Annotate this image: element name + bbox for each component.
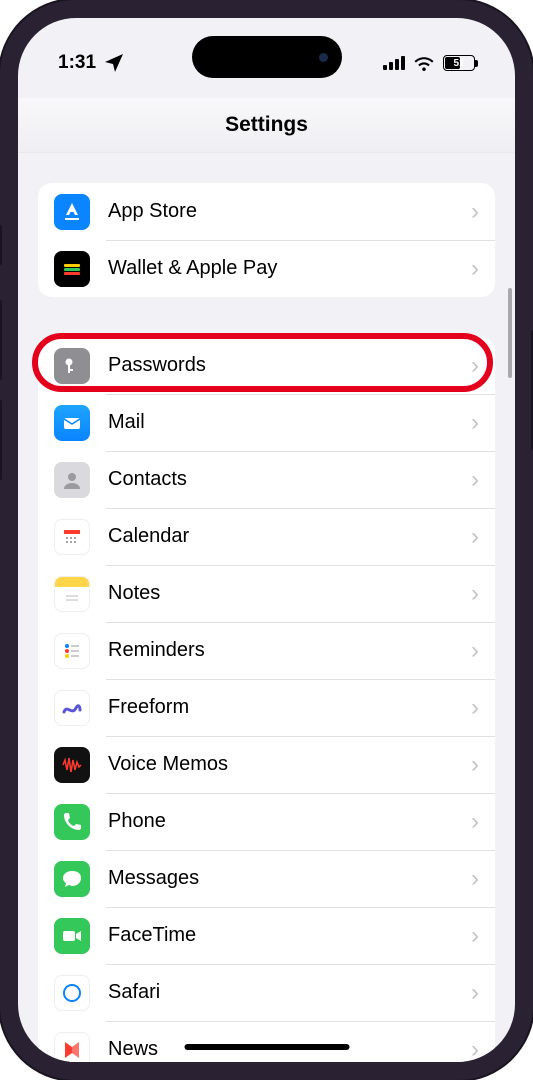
mail-icon (54, 405, 90, 441)
row-wallet[interactable]: Wallet & Apple Pay › (38, 240, 495, 297)
volume-down-button (0, 400, 2, 480)
calendar-icon (54, 519, 90, 555)
location-icon (102, 51, 126, 75)
chevron-right-icon: › (471, 255, 479, 283)
front-camera-icon (319, 53, 328, 62)
row-passwords[interactable]: Passwords › (38, 337, 495, 394)
wallet-icon (54, 251, 90, 287)
safari-icon (54, 975, 90, 1011)
row-facetime[interactable]: FaceTime › (38, 907, 495, 964)
row-label: Notes (108, 582, 471, 605)
chevron-right-icon: › (471, 466, 479, 494)
scrollbar[interactable] (508, 288, 512, 378)
dynamic-island (192, 36, 342, 78)
facetime-icon (54, 918, 90, 954)
page-title: Settings (225, 113, 308, 137)
row-mail[interactable]: Mail › (38, 394, 495, 451)
row-label: Reminders (108, 639, 471, 662)
row-label: Passwords (108, 354, 471, 377)
row-calendar[interactable]: Calendar › (38, 508, 495, 565)
battery-icon: 51 (443, 55, 475, 71)
chevron-right-icon: › (471, 198, 479, 226)
row-messages[interactable]: Messages › (38, 850, 495, 907)
settings-group: App Store › Wallet & Apple Pay › (38, 183, 495, 297)
row-voicememos[interactable]: Voice Memos › (38, 736, 495, 793)
row-label: App Store (108, 200, 471, 223)
row-label: Safari (108, 981, 471, 1004)
settings-list[interactable]: App Store › Wallet & Apple Pay › (18, 153, 515, 1062)
voicememos-icon (54, 747, 90, 783)
row-label: Contacts (108, 468, 471, 491)
row-notes[interactable]: Notes › (38, 565, 495, 622)
chevron-right-icon: › (471, 409, 479, 437)
row-label: Voice Memos (108, 753, 471, 776)
row-freeform[interactable]: Freeform › (38, 679, 495, 736)
reminders-icon (54, 633, 90, 669)
status-time: 1:31 (58, 52, 96, 74)
row-label: Mail (108, 411, 471, 434)
chevron-right-icon: › (471, 808, 479, 836)
row-phone[interactable]: Phone › (38, 793, 495, 850)
chevron-right-icon: › (471, 979, 479, 1007)
row-label: Phone (108, 810, 471, 833)
row-label: Freeform (108, 696, 471, 719)
row-label: Messages (108, 867, 471, 890)
chevron-right-icon: › (471, 580, 479, 608)
home-indicator[interactable] (184, 1044, 349, 1050)
row-label: FaceTime (108, 924, 471, 947)
row-safari[interactable]: Safari › (38, 964, 495, 1021)
screen: 1:31 51 Settings (18, 18, 515, 1062)
appstore-icon (54, 194, 90, 230)
chevron-right-icon: › (471, 922, 479, 950)
settings-group: Passwords › Mail › Contacts › (38, 337, 495, 1062)
row-contacts[interactable]: Contacts › (38, 451, 495, 508)
row-news[interactable]: News › (38, 1021, 495, 1062)
chevron-right-icon: › (471, 865, 479, 893)
phone-icon (54, 804, 90, 840)
battery-level: 51 (453, 58, 464, 69)
chevron-right-icon: › (471, 1036, 479, 1063)
row-label: Calendar (108, 525, 471, 548)
row-appstore[interactable]: App Store › (38, 183, 495, 240)
messages-icon (54, 861, 90, 897)
notes-icon (54, 576, 90, 612)
key-icon (54, 348, 90, 384)
freeform-icon (54, 690, 90, 726)
chevron-right-icon: › (471, 637, 479, 665)
chevron-right-icon: › (471, 352, 479, 380)
nav-title: Settings (18, 98, 515, 153)
contacts-icon (54, 462, 90, 498)
row-reminders[interactable]: Reminders › (38, 622, 495, 679)
row-label: Wallet & Apple Pay (108, 257, 471, 280)
news-icon (54, 1032, 90, 1063)
phone-frame: 1:31 51 Settings (0, 0, 533, 1080)
chevron-right-icon: › (471, 523, 479, 551)
chevron-right-icon: › (471, 751, 479, 779)
wifi-icon (412, 51, 436, 75)
cellular-icon (383, 56, 405, 70)
chevron-right-icon: › (471, 694, 479, 722)
volume-up-button (0, 300, 2, 380)
silence-switch (0, 225, 2, 265)
